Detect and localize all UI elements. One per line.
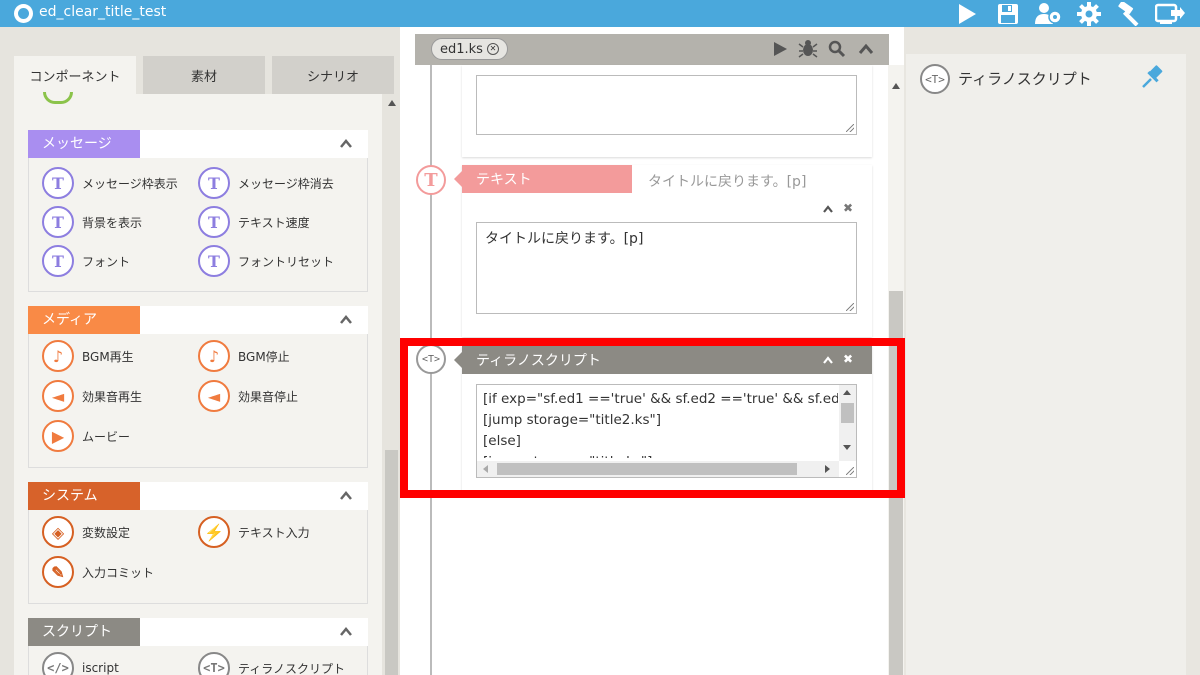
component-item[interactable]: ◈ 変数設定 [42, 516, 130, 548]
category-header[interactable]: スクリプト [28, 618, 368, 646]
component-item[interactable]: ✎ 入力コミット [42, 556, 154, 588]
app-logo-icon [14, 4, 33, 23]
gear-icon[interactable] [1074, 0, 1104, 27]
category-label: メディア [28, 306, 140, 334]
close-icon[interactable]: ✕ [486, 43, 499, 55]
component-item[interactable]: T 背景を表示 [42, 206, 142, 238]
resize-handle[interactable] [846, 303, 854, 311]
chevron-up-icon[interactable] [340, 138, 352, 150]
export-icon[interactable] [1155, 0, 1185, 27]
chevron-up-icon[interactable] [340, 490, 352, 502]
tyrano-script-icon: <T> [920, 64, 950, 94]
se-stop-icon: ◄ [198, 380, 230, 412]
text-speed-icon: T [198, 206, 230, 238]
hammer-icon[interactable] [1115, 0, 1145, 27]
app-title: ed_clear_title_test [39, 4, 167, 20]
category-media: メディア ♪ BGM再生 ♪ BGM停止 ◄ 効果音再生 ◄ 効果音停止 ▶ ム… [28, 306, 368, 468]
pin-icon[interactable] [1140, 64, 1166, 94]
bgm-play-icon: ♪ [42, 340, 74, 372]
category-header[interactable]: メッセージ [28, 130, 368, 158]
component-item[interactable]: T テキスト速度 [198, 206, 310, 238]
component-item[interactable]: ⚡ テキスト入力 [198, 516, 310, 548]
component-item[interactable]: ♪ BGM停止 [198, 340, 290, 372]
component-item[interactable]: <T> ティラノスクリプト [198, 652, 345, 675]
block-textarea[interactable] [476, 75, 857, 135]
selection-highlight [400, 338, 905, 498]
property-panel [906, 54, 1186, 675]
text-content-textarea[interactable]: タイトルに戻ります。[p] [476, 222, 857, 314]
bgm-stop-icon: ♪ [198, 340, 230, 372]
users-icon[interactable] [1033, 0, 1063, 27]
font-reset-icon: T [198, 245, 230, 277]
component-item[interactable]: ◄ 効果音再生 [42, 380, 142, 412]
component-item[interactable]: ▶ ムービー [42, 420, 130, 452]
debug-bug-icon[interactable] [797, 38, 819, 60]
category-label: メッセージ [28, 130, 140, 158]
category-label: システム [28, 482, 140, 510]
component-item[interactable]: T フォントリセット [198, 245, 334, 277]
component-item[interactable]: T メッセージ枠消去 [198, 167, 334, 199]
file-tab[interactable]: ed1.ks ✕ [431, 38, 508, 60]
close-icon[interactable]: ✖ [843, 201, 853, 215]
scroll-up-arrow[interactable] [892, 83, 900, 89]
text-node-icon: T [416, 165, 446, 195]
category-message: メッセージ T メッセージ枠表示 T メッセージ枠消去 T 背景を表示 T テキ… [28, 130, 368, 292]
search-icon[interactable] [826, 38, 848, 60]
property-panel-title: ティラノスクリプト [958, 70, 1092, 88]
commit-icon: ✎ [42, 556, 74, 588]
save-icon[interactable] [993, 0, 1023, 27]
message-hide-icon: T [198, 167, 230, 199]
category-system: システム ◈ 変数設定 ⚡ テキスト入力 ✎ 入力コミット [28, 482, 368, 604]
run-icon[interactable] [769, 38, 791, 60]
component-item[interactable]: ♪ BGM再生 [42, 340, 134, 372]
tab-materials[interactable]: 素材 [143, 56, 265, 94]
component-item[interactable]: </> iscript [42, 652, 119, 675]
background-icon: T [42, 206, 74, 238]
component-scroll-thumb[interactable] [385, 450, 398, 675]
text-preview: タイトルに戻ります。[p] [648, 174, 807, 190]
text-block-header[interactable]: テキスト [454, 165, 632, 193]
chevron-up-icon[interactable] [855, 38, 877, 60]
category-label: スクリプト [28, 618, 140, 646]
message-show-icon: T [42, 167, 74, 199]
text-block: テキスト タイトルに戻ります。[p] ✖ タイトルに戻ります。[p] [454, 165, 872, 337]
component-item[interactable]: T フォント [42, 245, 130, 277]
component-item[interactable]: ◄ 効果音停止 [198, 380, 298, 412]
scroll-up-arrow[interactable] [388, 100, 396, 106]
variable-icon: ◈ [42, 516, 74, 548]
text-input-icon: ⚡ [198, 516, 230, 548]
se-play-icon: ◄ [42, 380, 74, 412]
font-icon: T [42, 245, 74, 277]
partial-block [462, 65, 872, 157]
collapse-icon[interactable] [823, 205, 833, 213]
component-item[interactable]: T メッセージ枠表示 [42, 167, 178, 199]
chevron-up-icon[interactable] [340, 626, 352, 638]
chevron-up-icon[interactable] [340, 314, 352, 326]
category-header[interactable]: システム [28, 482, 368, 510]
category-header[interactable]: メディア [28, 306, 368, 334]
movie-icon: ▶ [42, 420, 74, 452]
tab-components[interactable]: コンポーネント [14, 56, 136, 94]
category-script: スクリプト </> iscript <T> ティラノスクリプト [28, 618, 368, 675]
tyrano-script-icon: <T> [198, 652, 230, 675]
resize-handle[interactable] [846, 124, 854, 132]
iscript-icon: </> [42, 652, 74, 675]
title-bar: ed_clear_title_test [0, 0, 1200, 27]
tab-scenario[interactable]: シナリオ [272, 56, 394, 94]
play-icon[interactable] [952, 0, 982, 27]
